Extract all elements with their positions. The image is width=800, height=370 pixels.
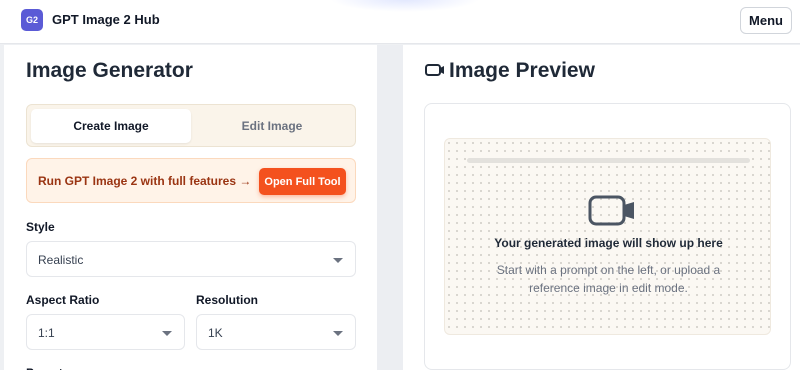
panel-gutter xyxy=(377,45,403,370)
header-glow xyxy=(330,0,480,12)
resolution-select[interactable]: 1K xyxy=(196,314,356,350)
resolution-label: Resolution xyxy=(196,293,258,307)
aspect-ratio-label: Aspect Ratio xyxy=(26,293,100,307)
aspect-ratio-value: 1:1 xyxy=(38,326,55,340)
preview-canvas: Your generated image will show up here S… xyxy=(444,138,771,335)
empty-state-title: Your generated image will show up here xyxy=(494,236,723,250)
video-camera-icon xyxy=(588,195,636,232)
open-full-tool-button[interactable]: Open Full Tool xyxy=(259,168,346,195)
app-logo[interactable]: G2 xyxy=(21,9,43,31)
top-header: G2 GPT Image 2 Hub Menu xyxy=(0,0,800,44)
tab-create-image[interactable]: Create Image xyxy=(31,109,191,143)
preview-heading-text: Image Preview xyxy=(449,59,595,82)
preview-heading: Image Preview xyxy=(425,59,595,83)
style-select[interactable]: Realistic xyxy=(26,241,356,277)
app-title[interactable]: GPT Image 2 Hub xyxy=(52,12,160,27)
preview-card: Your generated image will show up here S… xyxy=(424,103,791,370)
style-select-value: Realistic xyxy=(38,253,84,267)
generator-heading: Image Generator xyxy=(26,59,193,82)
promo-banner: Run GPT Image 2 with full features → Ope… xyxy=(26,158,356,203)
caret-down-icon xyxy=(162,331,172,336)
tab-edit-image[interactable]: Edit Image xyxy=(192,109,352,143)
resolution-value: 1K xyxy=(208,326,223,340)
preset-label: Preset xyxy=(26,366,63,370)
style-label: Style xyxy=(26,220,55,234)
loading-bar xyxy=(467,158,750,163)
generator-panel: Image Generator Create Image Edit Image … xyxy=(4,45,377,370)
aspect-ratio-select[interactable]: 1:1 xyxy=(26,314,185,350)
preview-panel: Image Preview Your generated image will … xyxy=(403,45,800,370)
promo-text: Run GPT Image 2 with full features → xyxy=(38,174,252,188)
video-camera-icon xyxy=(425,59,445,83)
mode-tabs: Create Image Edit Image xyxy=(26,104,356,147)
caret-down-icon xyxy=(333,258,343,263)
empty-state-subtitle: Start with a prompt on the left, or uplo… xyxy=(496,263,721,295)
caret-down-icon xyxy=(333,331,343,336)
menu-button[interactable]: Menu xyxy=(740,7,792,34)
